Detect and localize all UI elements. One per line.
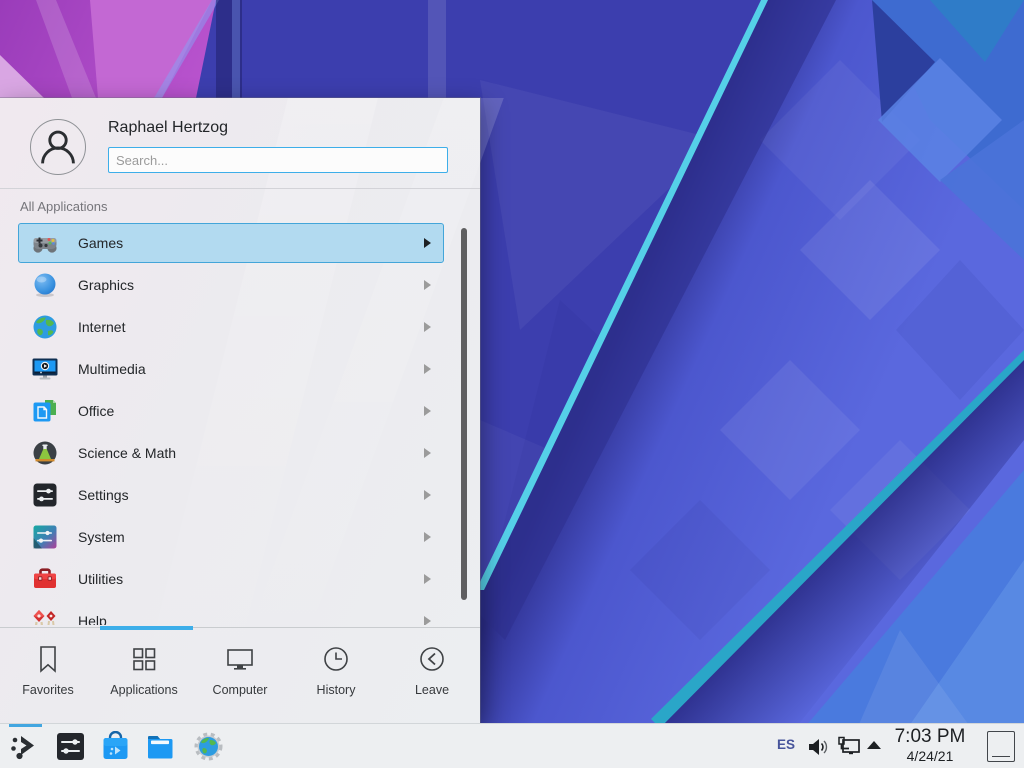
system-settings-icon[interactable]	[55, 731, 86, 762]
monitor-play-icon	[32, 356, 58, 382]
show-desktop-button[interactable]	[987, 731, 1015, 762]
keyboard-layout-indicator[interactable]: ES	[777, 737, 795, 752]
menu-item-utilities[interactable]: Utilities	[0, 558, 480, 600]
launcher-active-indicator	[9, 724, 42, 727]
network-icon[interactable]	[836, 735, 862, 759]
tab-label: History	[317, 683, 356, 697]
menu-item-multimedia[interactable]: Multimedia	[0, 348, 480, 390]
tab-computer[interactable]: Computer	[192, 628, 288, 724]
sliders-gradient-icon	[32, 524, 58, 550]
menu-item-science-math[interactable]: Science & Math	[0, 432, 480, 474]
toolbox-icon	[32, 566, 58, 592]
globe-icon	[32, 314, 58, 340]
sliders-dark-icon	[32, 482, 58, 508]
chevron-right-icon	[423, 574, 431, 584]
category-list: Games Graphics	[0, 222, 480, 625]
menu-item-label: Multimedia	[78, 348, 146, 390]
tab-label: Computer	[213, 683, 268, 697]
launcher-tab-bar: Favorites Applications Computer	[0, 627, 480, 723]
bookmark-icon	[32, 643, 64, 675]
grid-icon	[128, 643, 160, 675]
menu-item-label: Utilities	[78, 558, 123, 600]
tab-favorites[interactable]: Favorites	[0, 628, 96, 724]
scrollbar-thumb[interactable]	[461, 228, 467, 600]
monitor-icon	[224, 643, 256, 675]
discover-icon[interactable]	[100, 731, 131, 762]
flask-icon	[32, 440, 58, 466]
tab-label: Leave	[415, 683, 449, 697]
chevron-right-icon	[423, 406, 431, 416]
tab-history[interactable]: History	[288, 628, 384, 724]
chevron-right-icon	[423, 322, 431, 332]
chevron-right-icon	[423, 532, 431, 542]
active-tab-indicator	[100, 626, 193, 630]
tab-label: Applications	[110, 683, 177, 697]
chevron-right-icon	[423, 448, 431, 458]
menu-item-label: Games	[78, 222, 123, 264]
menu-item-office[interactable]: Office	[0, 390, 480, 432]
section-label: All Applications	[20, 199, 107, 214]
menu-item-internet[interactable]: Internet	[0, 306, 480, 348]
lifebuoy-icon	[32, 608, 58, 625]
documents-icon	[32, 398, 58, 424]
leave-icon	[416, 643, 448, 675]
menu-item-help[interactable]: Help	[0, 600, 480, 625]
launcher-header: Raphael Hertzog	[0, 98, 480, 189]
digital-clock[interactable]: 7:03 PM 4/24/21	[882, 726, 978, 765]
volume-icon[interactable]	[806, 735, 830, 759]
chevron-right-icon	[423, 616, 431, 625]
menu-item-label: Office	[78, 390, 114, 432]
menu-item-label: Graphics	[78, 264, 134, 306]
konqueror-browser-icon[interactable]	[193, 731, 224, 762]
tab-applications[interactable]: Applications	[96, 628, 192, 724]
expand-tray-caret-icon[interactable]	[866, 740, 882, 750]
application-launcher-button[interactable]	[6, 724, 44, 768]
chevron-right-icon	[423, 364, 431, 374]
chevron-right-icon	[423, 280, 431, 290]
menu-item-label: Science & Math	[78, 432, 176, 474]
clock-time: 7:03 PM	[882, 726, 978, 748]
menu-item-label: Help	[78, 600, 107, 625]
kde-launcher-icon	[10, 732, 40, 762]
sphere-icon	[32, 272, 58, 298]
application-launcher-menu: Raphael Hertzog All Applications Games	[0, 98, 480, 723]
menu-item-label: System	[78, 516, 125, 558]
menu-item-games[interactable]: Games	[0, 222, 480, 264]
menu-item-label: Settings	[78, 474, 129, 516]
taskbar-panel: ES 7:03 PM 4/24/21	[0, 723, 1024, 768]
menu-item-label: Internet	[78, 306, 125, 348]
dolphin-file-manager-icon[interactable]	[145, 731, 176, 762]
tab-leave[interactable]: Leave	[384, 628, 480, 724]
menu-item-settings[interactable]: Settings	[0, 474, 480, 516]
user-avatar-icon	[30, 119, 86, 175]
clock-date: 4/24/21	[882, 748, 978, 765]
menu-item-graphics[interactable]: Graphics	[0, 264, 480, 306]
gamepad-icon	[32, 230, 58, 256]
chevron-right-icon	[423, 238, 431, 248]
tab-label: Favorites	[22, 683, 73, 697]
menu-item-system[interactable]: System	[0, 516, 480, 558]
user-name: Raphael Hertzog	[108, 119, 228, 137]
clock-icon	[320, 643, 352, 675]
desktop[interactable]: Raphael Hertzog All Applications Games	[0, 0, 1024, 768]
chevron-right-icon	[423, 490, 431, 500]
search-input[interactable]	[108, 147, 448, 173]
